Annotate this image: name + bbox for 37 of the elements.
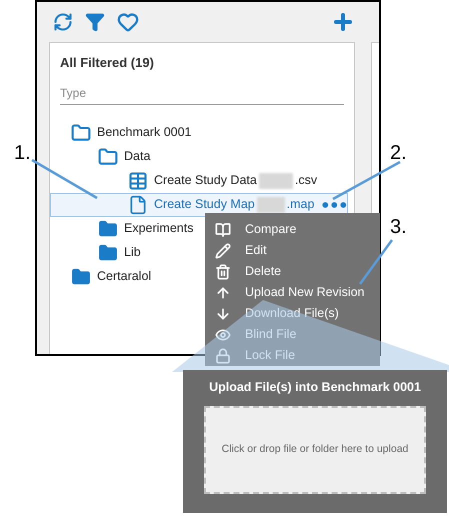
folder-icon <box>98 146 118 166</box>
heart-icon[interactable] <box>117 11 139 33</box>
refresh-icon[interactable] <box>53 12 73 32</box>
trash-icon <box>215 264 231 280</box>
leader-line <box>31 158 98 200</box>
eye-icon <box>215 326 231 342</box>
add-icon[interactable] <box>331 10 355 34</box>
menu-item[interactable]: Edit <box>215 240 380 261</box>
lock-icon <box>215 348 231 364</box>
panel-title: All Filtered (19) <box>59 54 155 72</box>
callout-number: 1. <box>14 141 31 166</box>
more-icon[interactable] <box>322 200 347 208</box>
book-icon <box>215 222 231 238</box>
tree-item[interactable]: Benchmark 0001 <box>50 120 348 144</box>
menu-item[interactable]: Upload New Revision <box>215 282 380 303</box>
tree-item[interactable]: Create Study Map .map <box>50 192 348 216</box>
folder-icon <box>98 218 118 238</box>
callout-number: 3. <box>390 215 407 240</box>
drop-zone[interactable]: Click or drop file or folder here to upload <box>204 406 426 494</box>
callout-number: 2. <box>390 141 407 166</box>
folder-icon <box>71 266 91 286</box>
tree-item[interactable]: Create Study Data .csv <box>50 168 348 192</box>
arrow-down-icon <box>215 306 231 322</box>
folder-icon <box>71 122 91 142</box>
filter-field[interactable]: Type <box>60 82 344 104</box>
table-icon <box>128 170 148 190</box>
menu-item[interactable]: Compare <box>215 219 380 240</box>
leader-line <box>358 239 394 285</box>
pencil-icon <box>215 242 231 258</box>
file-icon <box>128 194 148 214</box>
dialog-title: Upload File(s) into Benchmark 0001 <box>209 379 421 396</box>
tree-item[interactable]: Data <box>50 144 348 168</box>
menu-item[interactable]: Delete <box>215 261 380 282</box>
leader-line <box>332 160 401 200</box>
folder-icon <box>98 242 118 262</box>
arrow-up-icon <box>215 284 231 300</box>
filter-icon[interactable] <box>85 12 105 32</box>
